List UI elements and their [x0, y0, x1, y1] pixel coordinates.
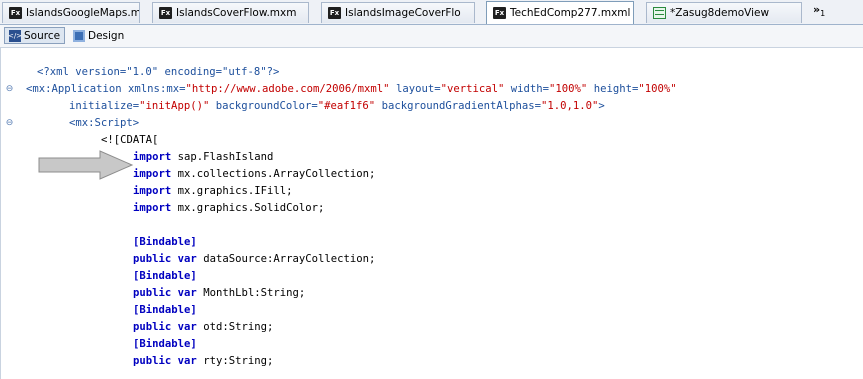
annotation-arrow-icon [38, 150, 134, 180]
code-line-bindable: [Bindable] [133, 302, 197, 319]
var-declaration: MonthLbl:String; [203, 287, 306, 299]
xml-value: "initApp()" [139, 100, 210, 112]
source-code-icon: </> [7, 29, 23, 42]
keyword-var: var [177, 321, 197, 333]
fx-file-icon: Fx [9, 7, 22, 19]
xml-attr: initialize= [69, 100, 140, 112]
metadata-bindable: [Bindable] [133, 338, 197, 350]
keyword-public: public [133, 321, 172, 333]
keyword-public: public [133, 355, 172, 367]
code-line-bindable: [Bindable] [133, 234, 197, 251]
tab-overflow-button[interactable]: »1 [813, 3, 825, 18]
metadata-bindable: [Bindable] [133, 236, 197, 248]
xml-value: "http://www.adobe.com/2006/mxml" [185, 83, 390, 95]
code-line-var: public var rty:String; [133, 353, 273, 370]
keyword-public: public [133, 253, 172, 265]
code-line-var: public var dataSource:ArrayCollection; [133, 251, 375, 268]
keyword-import: import [133, 151, 172, 163]
xml-value: "100%" [638, 83, 677, 95]
code-line-var: public var MonthLbl:String; [133, 285, 305, 302]
fx-file-icon: Fx [159, 7, 172, 19]
tab-label: TechEdComp277.mxml [510, 7, 631, 19]
metadata-bindable: [Bindable] [133, 304, 197, 316]
metadata-bindable: [Bindable] [133, 270, 197, 282]
import-path: mx.graphics.SolidColor; [177, 202, 325, 214]
tab-techedcomp277[interactable]: Fx TechEdComp277.mxml ✕ [486, 1, 634, 24]
xml-tag: <mx:Script> [69, 117, 140, 129]
xml-value: "1.0,1.0" [541, 100, 599, 112]
tab-islands-image-cover-flow[interactable]: Fx IslandsImageCoverFlo [321, 2, 475, 23]
code-editor[interactable]: ⊖ ⊖ <?xml version="1.0" encoding="utf-8"… [0, 48, 863, 379]
tab-zasug8demoview[interactable]: *Zasug8demoView [646, 2, 802, 23]
code-line-import: import sap.FlashIsland [133, 149, 273, 166]
xml-attr: backgroundGradientAlphas= [375, 100, 542, 112]
keyword-import: import [133, 168, 172, 180]
tab-islands-cover-flow[interactable]: Fx IslandsCoverFlow.mxm [152, 2, 309, 23]
xml-attr: width= [504, 83, 550, 95]
fold-collapse-icon[interactable]: ⊖ [5, 119, 14, 128]
editor-mode-bar: </> Source Design [0, 25, 863, 48]
source-mode-button[interactable]: </> Source [4, 27, 66, 44]
fx-file-icon: Fx [493, 7, 506, 19]
code-line-bindable: [Bindable] [133, 336, 197, 353]
xml-value: "#eaf1f6" [317, 100, 376, 112]
code-line-4: <mx:Script> [69, 115, 139, 132]
tab-label: IslandsCoverFlow.mxm [176, 7, 297, 19]
tab-label: IslandsGoogleMaps.mx [26, 7, 140, 19]
design-view-icon [73, 29, 85, 42]
code-line-3: initialize="initApp()" backgroundColor="… [69, 98, 605, 115]
code-line-5: <![CDATA[ [101, 132, 158, 149]
xml-attr: backgroundColor= [209, 100, 318, 112]
design-file-icon [653, 7, 666, 19]
xml-value: "vertical" [440, 83, 505, 95]
code-line-bindable: [Bindable] [133, 268, 197, 285]
keyword-import: import [133, 202, 172, 214]
keyword-import: import [133, 185, 172, 197]
import-path: sap.FlashIsland [177, 151, 274, 163]
xml-attr: height= [587, 83, 639, 95]
import-path: mx.collections.ArrayCollection; [177, 168, 376, 180]
keyword-var: var [177, 355, 197, 367]
tab-islands-google-maps[interactable]: Fx IslandsGoogleMaps.mx [2, 2, 140, 23]
keyword-var: var [177, 287, 197, 299]
xml-tag: <mx:Application [26, 83, 122, 95]
code-line-var: public var otd:String; [133, 319, 273, 336]
design-mode-button[interactable]: Design [68, 27, 129, 44]
var-declaration: rty:String; [203, 355, 274, 367]
xml-value: "100%" [549, 83, 588, 95]
source-mode-label: Source [24, 29, 61, 42]
tab-label: IslandsImageCoverFlo [345, 7, 461, 19]
xml-attr: xmlns:mx= [121, 83, 186, 95]
design-mode-label: Design [88, 29, 125, 42]
overflow-count: 1 [820, 9, 826, 19]
var-declaration: dataSource:ArrayCollection; [203, 253, 376, 265]
cdata-open: <![CDATA[ [101, 134, 159, 146]
code-line-2: <mx:Application xmlns:mx="http://www.ado… [26, 81, 677, 98]
tab-label: *Zasug8demoView [670, 7, 770, 19]
code-line-import: import mx.graphics.IFill; [133, 183, 292, 200]
xml-tag-end: > [598, 100, 605, 112]
import-path: mx.graphics.IFill; [177, 185, 293, 197]
fx-file-icon: Fx [328, 7, 341, 19]
xml-declaration: <?xml version="1.0" encoding="utf-8"?> [37, 66, 280, 78]
code-line-import: import mx.graphics.SolidColor; [133, 200, 324, 217]
var-declaration: otd:String; [203, 321, 274, 333]
keyword-public: public [133, 287, 172, 299]
xml-attr: layout= [389, 83, 441, 95]
fold-collapse-icon[interactable]: ⊖ [5, 85, 14, 94]
keyword-var: var [177, 253, 197, 265]
fold-ruler: ⊖ ⊖ [1, 48, 19, 379]
code-line-import: import mx.collections.ArrayCollection; [133, 166, 375, 183]
code-line-1: <?xml version="1.0" encoding="utf-8"?> [37, 64, 279, 81]
editor-tab-bar: Fx IslandsGoogleMaps.mx Fx IslandsCoverF… [0, 0, 863, 25]
